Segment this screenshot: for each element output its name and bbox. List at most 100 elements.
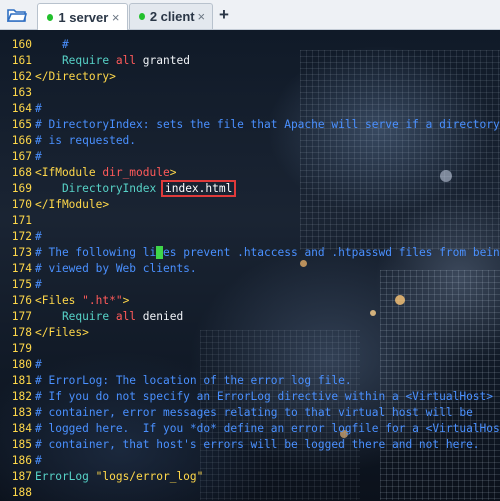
line-number: 169 [11, 182, 32, 195]
line-number: 166 [11, 134, 32, 147]
code-line: 161 Require all granted [0, 53, 500, 69]
code-token: Require [35, 310, 116, 323]
line-number: 180 [11, 358, 32, 371]
terminal-editor[interactable]: 160 #161 Require all granted 162 </Directo… [0, 30, 500, 501]
code-line: 162 </Directory> [0, 69, 500, 85]
code-line: 172 # [0, 229, 500, 245]
line-number: 188 [11, 486, 32, 499]
tab-client[interactable]: 2 client × [129, 3, 213, 29]
code-line: 160 # [0, 37, 500, 53]
tab-server[interactable]: 1 server × [37, 3, 128, 30]
line-number: 174 [11, 262, 32, 275]
code-line: 170 </IfModule> [0, 197, 500, 213]
plus-icon[interactable]: + [215, 5, 233, 25]
line-number: 163 [11, 86, 32, 99]
line-text: # [35, 101, 42, 117]
code-token: </Directory> [35, 70, 116, 83]
code-token: denied [136, 310, 184, 323]
code-view: 160 #161 Require all granted 162 </Directo… [0, 37, 500, 501]
line-number: 186 [11, 454, 32, 467]
code-line: 174 # viewed by Web clients. [0, 261, 500, 277]
line-text: # [35, 229, 42, 245]
line-number: 178 [11, 326, 32, 339]
highlighted-value: index.html [160, 180, 237, 197]
line-text: # The following lines prevent .htaccess … [35, 245, 500, 261]
line-text: # [35, 37, 69, 53]
code-token: # DirectoryIndex: sets the file that Apa… [35, 118, 500, 131]
line-text: # container, that host's errors will be … [35, 437, 480, 453]
code-token: # container, error messages relating to … [35, 406, 473, 419]
code-line: 176 <Files ".ht*"> [0, 293, 500, 309]
code-line: 166 # is requested. [0, 133, 500, 149]
line-text: </Files> [35, 325, 89, 341]
connection-status-dot [139, 13, 145, 20]
code-token: es prevent .htaccess and .htpasswd files… [163, 246, 500, 259]
code-token: # [35, 278, 42, 291]
line-text: </IfModule> [35, 197, 109, 213]
line-text: # [35, 149, 42, 165]
code-line: 185 # container, that host's errors will … [0, 437, 500, 453]
folder-button[interactable] [4, 4, 30, 26]
code-token: # If you do not specify an ErrorLog dire… [35, 390, 494, 403]
code-line: 177 Require all denied [0, 309, 500, 325]
line-number: 168 [11, 166, 32, 179]
code-token: all [115, 54, 137, 67]
code-token: > [169, 166, 177, 179]
code-line: 165 # DirectoryIndex: sets the file that … [0, 117, 500, 133]
code-line: 178 </Files> [0, 325, 500, 341]
line-text: # ErrorLog: The location of the error lo… [35, 373, 352, 389]
close-icon[interactable]: × [195, 9, 208, 24]
code-line: 183 # container, error messages relating … [0, 405, 500, 421]
code-token: </IfModule> [35, 198, 110, 211]
code-line: 167 # [0, 149, 500, 165]
code-token: <Files [35, 294, 83, 307]
code-line: 163 [0, 85, 500, 101]
line-text: # If you do not specify an ErrorLog dire… [35, 389, 493, 405]
line-number: 181 [11, 374, 32, 387]
line-number: 176 [11, 294, 32, 307]
code-token: # viewed by Web clients. [35, 262, 197, 275]
line-text: # is requested. [35, 133, 136, 149]
line-text: Require all denied [35, 309, 183, 325]
line-number: 179 [11, 342, 32, 355]
line-text: # DirectoryIndex: sets the file that Apa… [35, 117, 500, 133]
line-text: </Directory> [35, 69, 116, 85]
text-cursor: n [156, 246, 163, 259]
folder-icon [7, 9, 27, 22]
line-text: # [35, 357, 42, 373]
code-token: DirectoryIndex [35, 182, 163, 195]
code-token: "logs/error_log" [95, 470, 204, 483]
code-line: 187 ErrorLog "logs/error_log" [0, 469, 500, 485]
code-token: # ErrorLog: The location of the error lo… [35, 374, 352, 387]
line-text: DirectoryIndex index.html [35, 180, 237, 197]
code-line: 186 # [0, 453, 500, 469]
line-text: # [35, 277, 42, 293]
line-number: 183 [11, 406, 32, 419]
line-text: ErrorLog "logs/error_log" [35, 469, 203, 485]
line-text: # [35, 453, 42, 469]
line-number: 170 [11, 198, 32, 211]
line-text: # viewed by Web clients. [35, 261, 197, 277]
line-number: 165 [11, 118, 32, 131]
code-token: # [35, 150, 42, 163]
code-token: # [35, 230, 42, 243]
line-number: 175 [11, 278, 32, 291]
code-line: 164 # [0, 101, 500, 117]
line-text: <Files ".ht*"> [35, 293, 129, 309]
line-number: 177 [11, 310, 32, 323]
line-number: 167 [11, 150, 32, 163]
line-number: 187 [11, 470, 32, 483]
code-token: granted [136, 54, 190, 67]
line-number: 162 [11, 70, 32, 83]
line-number: 161 [11, 54, 32, 67]
close-icon[interactable]: × [108, 10, 123, 25]
code-line: 169 DirectoryIndex index.html [0, 180, 500, 197]
code-line: 188 [0, 485, 500, 501]
code-token: # container, that host's errors will be … [35, 438, 480, 451]
code-line: 182 # If you do not specify an ErrorLog d… [0, 389, 500, 405]
code-token: ErrorLog [35, 470, 96, 483]
line-number: 172 [11, 230, 32, 243]
code-line: 181 # ErrorLog: The location of the error… [0, 373, 500, 389]
tab-bar: 1 server × 2 client × + [0, 0, 500, 30]
connection-status-dot [47, 13, 54, 21]
